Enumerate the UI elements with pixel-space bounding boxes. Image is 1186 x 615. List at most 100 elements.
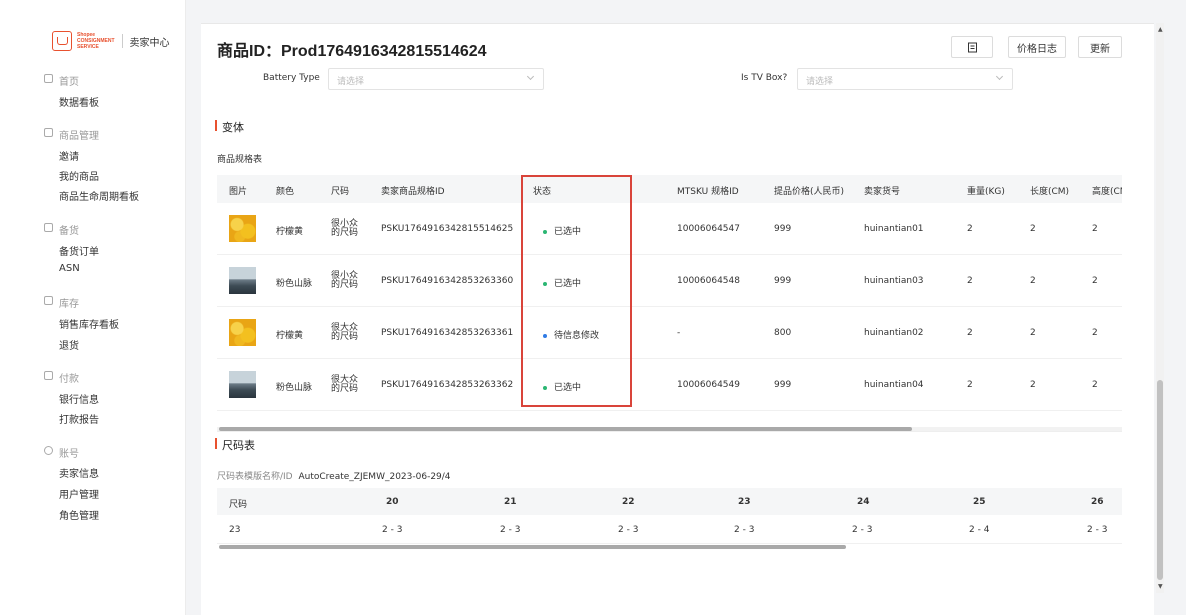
- sidebar-item-returns[interactable]: 退货: [59, 337, 79, 352]
- nav-group-stock: 备货: [59, 226, 79, 237]
- cell-weight: 2: [967, 276, 973, 286]
- cell-size: 很小众的尺码: [331, 271, 359, 290]
- size-col-23: 23: [738, 497, 751, 507]
- variant-image-mountain: [229, 371, 256, 398]
- size-col-22: 22: [622, 497, 635, 507]
- cell-height: 2: [1092, 380, 1098, 390]
- cell-length: 2: [1030, 276, 1036, 286]
- sidebar-item-seller-info[interactable]: 卖家信息: [59, 465, 99, 480]
- cell-size: 很小众的尺码: [331, 219, 359, 238]
- page-title: 商品ID：Prod1764916342815514624: [217, 43, 487, 60]
- cell-weight: 2: [967, 328, 973, 338]
- page-scrollbar[interactable]: ▲ ▼: [1156, 23, 1164, 593]
- nav-group-products: 商品管理: [59, 131, 99, 142]
- cell-color: 柠檬黄: [276, 331, 304, 341]
- tv-box-label: Is TV Box?: [741, 73, 788, 83]
- product-icon: [44, 128, 53, 137]
- sidebar-item-payout-report[interactable]: 打款报告: [59, 411, 99, 426]
- col-mtsku-id: MTSKU 规格ID: [677, 187, 739, 197]
- cell-height: 2: [1092, 328, 1098, 338]
- table-row: 23 2 - 3 2 - 3 2 - 3 2 - 3 2 - 3 2 - 4 2…: [217, 515, 1122, 544]
- warehouse-icon: [44, 296, 53, 305]
- wallet-icon: [44, 371, 53, 380]
- size-cell-label: 23: [229, 525, 241, 535]
- account-icon: [44, 446, 53, 455]
- cell-color: 柠檬黄: [276, 227, 304, 237]
- size-cell: 2 - 3: [734, 525, 755, 535]
- size-template-label: 尺码表模版名称/ID: [217, 472, 293, 482]
- col-price: 提品价格(人民币): [774, 187, 845, 197]
- table-row: 粉色山脉 很大众的尺码 PSKU1764916342853263362 已选中 …: [217, 359, 1122, 411]
- sidebar-item-dashboard[interactable]: 数据看板: [59, 94, 99, 109]
- receipt-icon: [967, 42, 977, 52]
- brand: Shopee CONSIGNMENT SERVICE 卖家中心: [52, 31, 170, 51]
- price-log-button[interactable]: 价格日志: [1008, 36, 1066, 58]
- sidebar-item-my-products[interactable]: 我的商品: [59, 168, 99, 183]
- cell-seller-sku: huinantian02: [864, 328, 924, 338]
- shopee-bag-logo-icon: [52, 31, 72, 51]
- cell-weight: 2: [967, 224, 973, 234]
- col-seller-item-no: 卖家货号: [864, 187, 901, 197]
- sidebar: Shopee CONSIGNMENT SERVICE 卖家中心 首页 数据看板 …: [0, 0, 186, 615]
- cell-price: 999: [774, 224, 792, 234]
- col-size: 尺码: [331, 187, 350, 197]
- status-column-highlight: [521, 175, 632, 407]
- cell-seller-sku: huinantian04: [864, 380, 924, 390]
- table-row: 粉色山脉 很小众的尺码 PSKU1764916342853263360 已选中 …: [217, 255, 1122, 307]
- sku-table-scrollbar[interactable]: [219, 427, 912, 431]
- sidebar-item-asn[interactable]: ASN: [59, 263, 80, 274]
- variant-image-lemon: [229, 215, 256, 242]
- cell-mtsku: 10006064548: [677, 276, 740, 286]
- cell-sku-id: PSKU1764916342853263362: [381, 380, 514, 390]
- size-cell: 2 - 3: [1087, 525, 1108, 535]
- update-button[interactable]: 更新: [1078, 36, 1122, 58]
- col-weight: 重量(KG): [967, 187, 1005, 197]
- cell-height: 2: [1092, 276, 1098, 286]
- table-row: 柠檬黄 很小众的尺码 PSKU1764916342815514625 已选中 1…: [217, 203, 1122, 255]
- brand-title: 卖家中心: [129, 37, 170, 49]
- cell-color: 粉色山脉: [276, 383, 313, 393]
- cell-mtsku: 10006064547: [677, 224, 740, 234]
- scroll-down-icon[interactable]: ▼: [1158, 583, 1163, 590]
- page-scrollbar-thumb[interactable]: [1157, 380, 1163, 580]
- size-cell: 2 - 3: [500, 525, 521, 535]
- size-col-label: 尺码: [229, 500, 248, 510]
- sku-table-label: 商品规格表: [217, 155, 263, 165]
- header-divider: [201, 23, 1154, 24]
- size-cell: 2 - 3: [618, 525, 639, 535]
- variants-section-title: 变体: [215, 119, 244, 135]
- app-root: Shopee CONSIGNMENT SERVICE 卖家中心 首页 数据看板 …: [0, 0, 1186, 615]
- nav-group-home: 首页: [59, 77, 79, 88]
- cell-price: 999: [774, 276, 792, 286]
- scroll-up-icon[interactable]: ▲: [1158, 26, 1163, 33]
- sidebar-item-role-management[interactable]: 角色管理: [59, 507, 99, 522]
- chevron-down-icon: [995, 72, 1004, 81]
- sidebar-item-bank-info[interactable]: 银行信息: [59, 391, 99, 406]
- size-table: 尺码 20 21 22 23 24 25 26 23 2 - 3 2 - 3 2…: [217, 488, 1122, 550]
- size-table-scrollbar[interactable]: [219, 545, 846, 549]
- cell-price: 999: [774, 380, 792, 390]
- sidebar-item-user-management[interactable]: 用户管理: [59, 486, 99, 501]
- col-color: 颜色: [276, 187, 295, 197]
- size-col-20: 20: [386, 497, 399, 507]
- brand-logo-text: Shopee CONSIGNMENT SERVICE: [77, 32, 115, 50]
- home-icon: [44, 74, 53, 83]
- battery-type-select[interactable]: 请选择: [328, 68, 544, 90]
- sidebar-item-sales-inventory[interactable]: 销售库存看板: [59, 316, 119, 331]
- cell-seller-sku: huinantian01: [864, 224, 924, 234]
- cell-size: 很大众的尺码: [331, 323, 359, 342]
- sidebar-item-lifecycle[interactable]: 商品生命周期看板: [59, 188, 139, 203]
- cell-sku-id: PSKU1764916342853263360: [381, 276, 514, 286]
- cell-price: 800: [774, 328, 792, 338]
- tv-box-select[interactable]: 请选择: [797, 68, 1013, 90]
- sidebar-item-stock-orders[interactable]: 备货订单: [59, 243, 99, 258]
- size-col-24: 24: [857, 497, 870, 507]
- nav-group-inventory: 库存: [59, 299, 79, 310]
- sidebar-item-invite[interactable]: 邀请: [59, 148, 79, 163]
- sku-table-header: 图片 颜色 尺码 卖家商品规格ID 状态 MTSKU 规格ID 提品价格(人民币…: [217, 175, 1122, 203]
- size-template-value: AutoCreate_ZJEMW_2023-06-29/4: [298, 472, 451, 482]
- size-template-row: 尺码表模版名称/ID AutoCreate_ZJEMW_2023-06-29/4: [217, 469, 451, 482]
- size-col-26: 26: [1091, 497, 1104, 507]
- receipt-button[interactable]: [951, 36, 993, 58]
- brand-logo-line-3: SERVICE: [77, 44, 99, 50]
